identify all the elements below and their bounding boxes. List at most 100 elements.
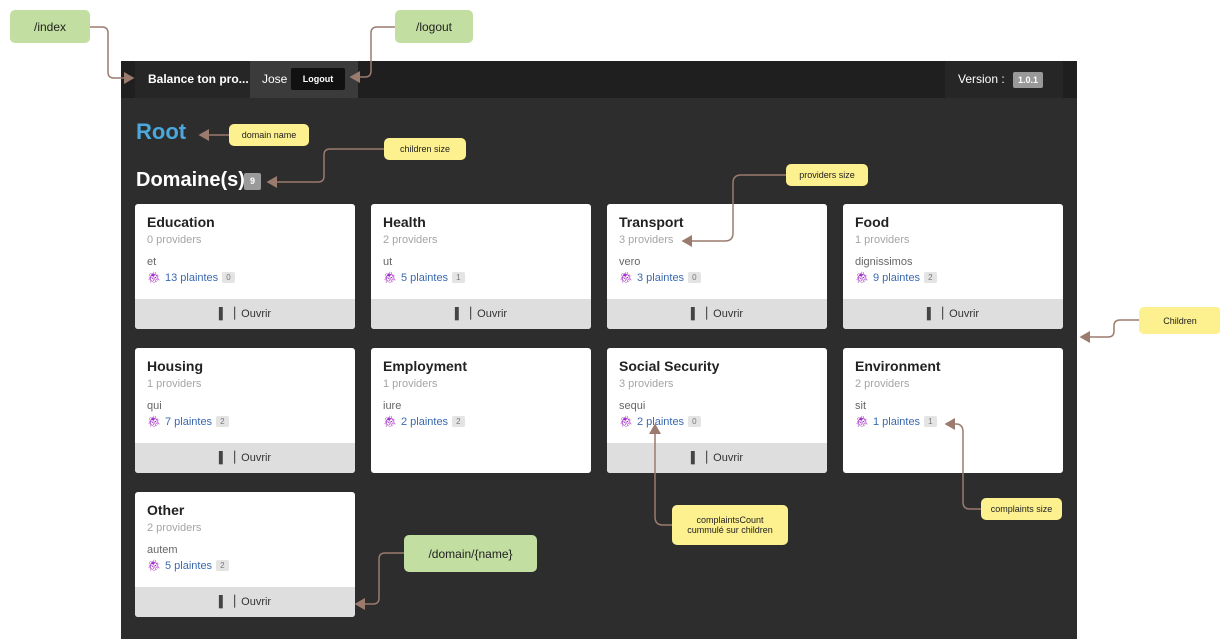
note-providers-size: providers size [786, 164, 868, 186]
app-window: Balance ton pro... Jose Logout Version :… [121, 61, 1077, 639]
card-description: sequi [619, 400, 646, 412]
open-button[interactable]: ▌▕ Ouvrir [135, 299, 355, 329]
bug-icon: 🐞︎ [855, 416, 869, 428]
complaints-own-badge: 0 [688, 416, 701, 427]
domain-card: Other 2 providers autem 🐞︎ 5 plaintes 2 ▌▕ Ouvr… [135, 492, 355, 617]
complaints-link[interactable]: 3 plaintes [637, 272, 684, 284]
card-complaints-row: 🐞︎ 9 plaintes 2 [855, 271, 937, 284]
domain-card: Environment 2 providers sit 🐞︎ 1 plaintes 1 [843, 348, 1063, 473]
card-title[interactable]: Environment [855, 358, 941, 374]
open-button-label: Ouvrir [241, 596, 272, 608]
card-title[interactable]: Other [147, 502, 184, 518]
door-icon: ▌▕ [218, 596, 236, 608]
complaints-link[interactable]: 5 plaintes [165, 560, 212, 572]
route-domain-label: /domain/{name} [404, 535, 537, 572]
domain-card: Health 2 providers ut 🐞︎ 5 plaintes 1 ▌▕ Ouvrir [371, 204, 591, 329]
note-complaints-count: complaintsCount cummulé sur children [672, 505, 788, 545]
complaints-own-badge: 2 [216, 416, 229, 427]
bug-icon: 🐞︎ [147, 416, 161, 428]
complaints-own-badge: 1 [452, 272, 465, 283]
version-badge: 1.0.1 [1013, 72, 1044, 88]
top-navbar: Balance ton pro... Jose Logout Version :… [121, 61, 1077, 98]
card-title[interactable]: Transport [619, 214, 684, 230]
domain-card: Education 0 providers et 🐞︎ 13 plaintes 0 ▌▕ Ou… [135, 204, 355, 329]
note-children: Children [1139, 307, 1220, 334]
arrow-children [1079, 319, 1139, 343]
complaints-own-badge: 2 [216, 560, 229, 571]
card-description: et [147, 256, 157, 268]
card-title[interactable]: Housing [147, 358, 203, 374]
door-icon: ▌▕ [454, 308, 472, 320]
section-title: Domaine(s) [136, 169, 245, 191]
bug-icon: 🐞︎ [855, 272, 869, 284]
card-complaints-row: 🐞︎ 1 plaintes 1 [855, 415, 937, 428]
open-button-label: Ouvrir [949, 308, 980, 320]
card-providers: 3 providers [619, 378, 674, 390]
children-count-badge: 9 [244, 173, 261, 190]
bug-icon: 🐞︎ [619, 416, 633, 428]
card-complaints-row: 🐞︎ 7 plaintes 2 [147, 415, 229, 428]
door-icon: ▌▕ [218, 452, 236, 464]
route-index-label: /index [10, 10, 90, 43]
user-name: Jose [262, 72, 288, 86]
card-providers: 2 providers [147, 522, 202, 534]
complaints-link[interactable]: 1 plaintes [873, 416, 920, 428]
card-providers: 0 providers [147, 234, 202, 246]
logout-button[interactable]: Logout [291, 68, 345, 90]
open-button[interactable]: ▌▕ Ouvrir [135, 443, 355, 473]
card-providers: 1 providers [383, 378, 438, 390]
card-title[interactable]: Employment [383, 358, 467, 374]
open-button[interactable]: ▌▕ Ouvrir [135, 587, 355, 617]
complaints-link[interactable]: 9 plaintes [873, 272, 920, 284]
card-description: autem [147, 544, 178, 556]
open-button-label: Ouvrir [241, 308, 272, 320]
open-button-label: Ouvrir [713, 452, 744, 464]
complaints-link[interactable]: 5 plaintes [401, 272, 448, 284]
note-domain-name: domain name [229, 124, 309, 146]
open-button[interactable]: ▌▕ Ouvrir [607, 299, 827, 329]
card-description: sit [855, 400, 866, 412]
open-button-label: Ouvrir [713, 308, 744, 320]
complaints-own-badge: 2 [452, 416, 465, 427]
complaints-link[interactable]: 13 plaintes [165, 272, 218, 284]
card-title[interactable]: Social Security [619, 358, 719, 374]
bug-icon: 🐞︎ [619, 272, 633, 284]
open-button[interactable]: ▌▕ Ouvrir [371, 299, 591, 329]
complaints-link[interactable]: 7 plaintes [165, 416, 212, 428]
card-description: ut [383, 256, 393, 268]
complaints-link[interactable]: 2 plaintes [401, 416, 448, 428]
note-complaints-count-line1: complaintsCount [696, 515, 764, 525]
card-title[interactable]: Health [383, 214, 426, 230]
door-icon: ▌▕ [218, 308, 236, 320]
bug-icon: 🐞︎ [147, 272, 161, 284]
complaints-own-badge: 1 [924, 416, 937, 427]
card-title[interactable]: Education [147, 214, 215, 230]
open-button[interactable]: ▌▕ Ouvrir [843, 299, 1063, 329]
complaints-own-badge: 2 [924, 272, 937, 283]
brand-link[interactable]: Balance ton pro... [135, 61, 250, 98]
bug-icon: 🐞︎ [383, 416, 397, 428]
version-label: Version : [958, 72, 1005, 86]
domain-card: Food 1 providers dignissimos 🐞︎ 9 plaintes 2 ▌… [843, 204, 1063, 329]
card-description: qui [147, 400, 162, 412]
version-area: Version : 1.0.1 [945, 61, 1063, 98]
card-description: dignissimos [855, 256, 913, 268]
card-complaints-row: 🐞︎ 5 plaintes 1 [383, 271, 465, 284]
bug-icon: 🐞︎ [147, 560, 161, 572]
complaints-link[interactable]: 2 plaintes [637, 416, 684, 428]
open-button[interactable]: ▌▕ Ouvrir [607, 443, 827, 473]
card-providers: 1 providers [855, 234, 910, 246]
card-title[interactable]: Food [855, 214, 889, 230]
card-providers: 2 providers [855, 378, 910, 390]
card-complaints-row: 🐞︎ 13 plaintes 0 [147, 271, 235, 284]
bug-icon: 🐞︎ [383, 272, 397, 284]
complaints-own-badge: 0 [688, 272, 701, 283]
open-button-label: Ouvrir [477, 308, 508, 320]
card-providers: 1 providers [147, 378, 202, 390]
card-complaints-row: 🐞︎ 2 plaintes 2 [383, 415, 465, 428]
note-children-size: children size [384, 138, 466, 160]
door-icon: ▌▕ [690, 452, 708, 464]
card-complaints-row: 🐞︎ 3 plaintes 0 [619, 271, 701, 284]
card-description: vero [619, 256, 641, 268]
open-button-label: Ouvrir [241, 452, 272, 464]
